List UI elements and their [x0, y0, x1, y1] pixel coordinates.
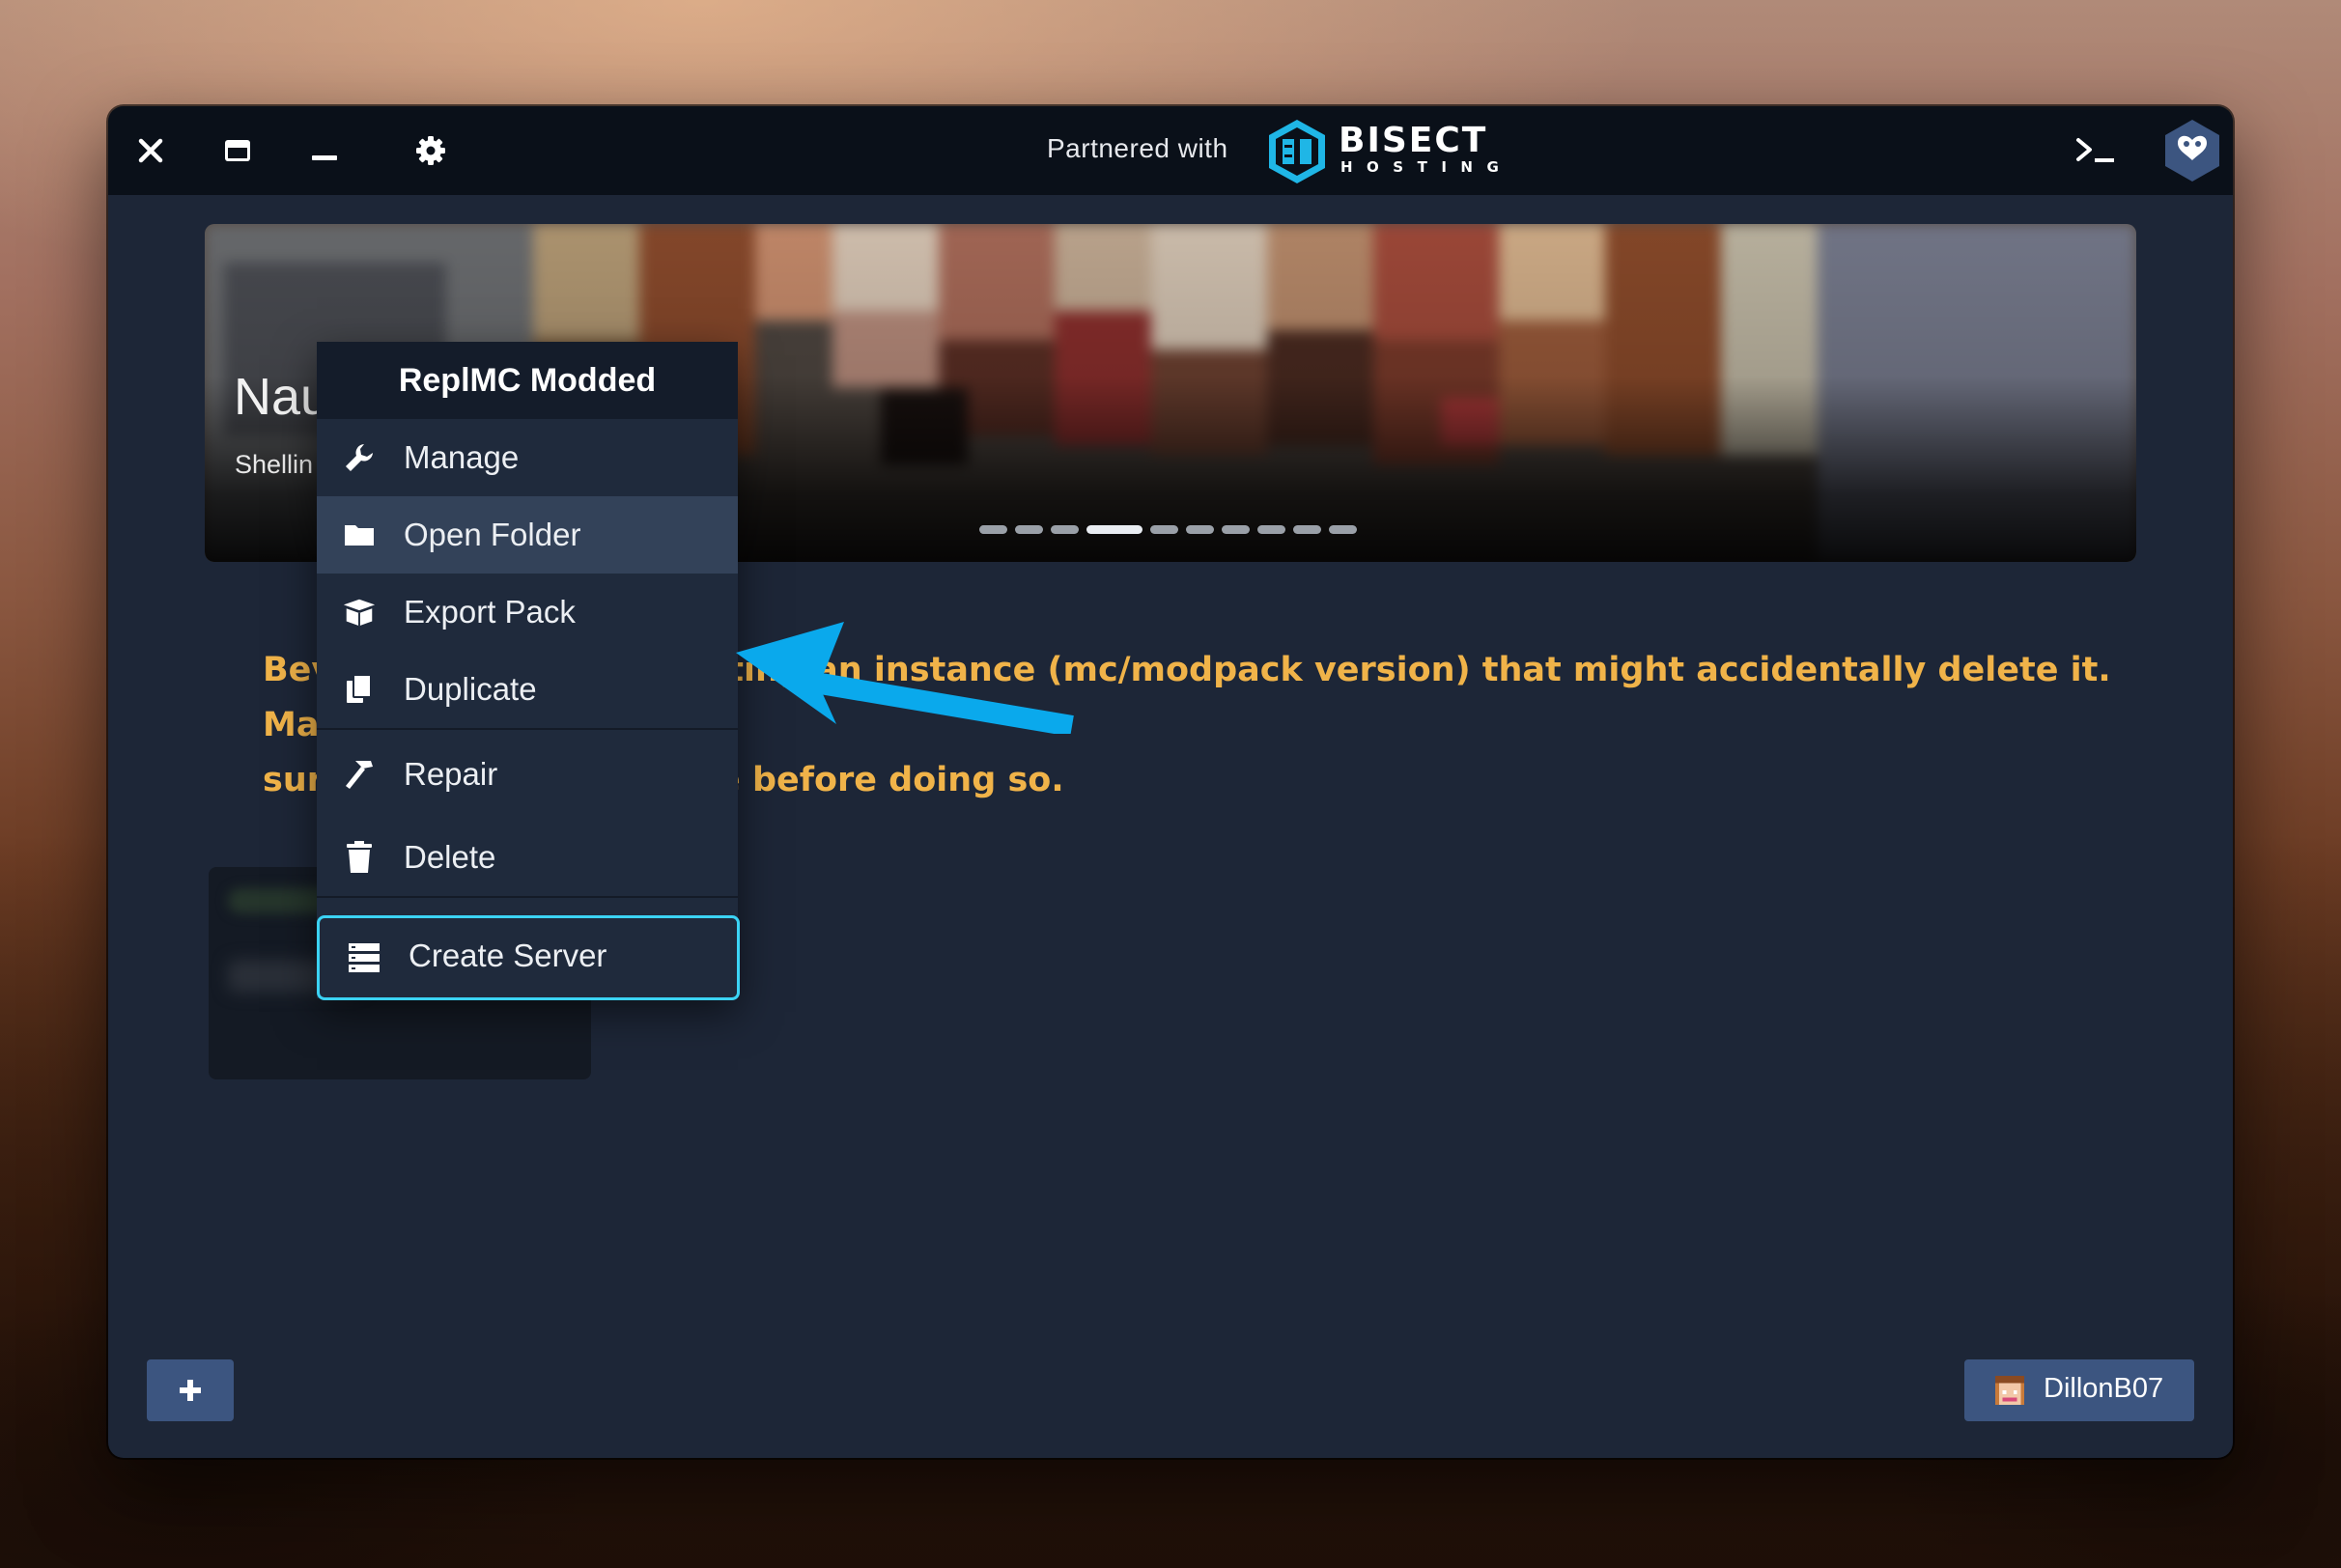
carousel-dot[interactable] — [979, 525, 1007, 534]
warning-line2-right: e before doing so. — [718, 761, 1064, 799]
carousel-dot[interactable] — [1222, 525, 1250, 534]
menu-item-label: Repair — [404, 756, 498, 792]
menu-item-label: Delete — [404, 839, 496, 875]
terminal-icon[interactable] — [2073, 129, 2121, 172]
menu-item-export-pack[interactable]: Export Pack — [317, 574, 738, 651]
partner-label: Partnered with — [1047, 133, 1228, 163]
menu-item-label: Manage — [404, 439, 520, 475]
folder-icon — [342, 518, 377, 552]
box-icon — [342, 595, 377, 630]
user-avatar — [1995, 1376, 2024, 1405]
username-label: DillonB07 — [2044, 1373, 2164, 1404]
menu-item-manage[interactable]: Manage — [317, 419, 738, 496]
banner-subtitle: Shellin — [235, 450, 314, 479]
carousel-dot[interactable] — [1293, 525, 1321, 534]
account-button[interactable]: DillonB07 — [1964, 1359, 2194, 1421]
banner-title: Nau — [234, 368, 330, 426]
instance-context-menu: ReplMC Modded Manage Open Folder Export … — [317, 342, 738, 998]
gear-icon[interactable] — [409, 129, 452, 172]
minimize-icon[interactable] — [303, 129, 346, 172]
carousel-dot[interactable] — [1015, 525, 1043, 534]
menu-item-open-folder[interactable]: Open Folder — [317, 496, 738, 574]
server-icon — [347, 941, 381, 976]
context-menu-title: ReplMC Modded — [317, 342, 738, 419]
plus-icon — [180, 1380, 201, 1401]
app-logo-icon[interactable] — [2158, 116, 2227, 185]
carousel-dot[interactable] — [1051, 525, 1079, 534]
warning-line2-left: sur — [263, 761, 324, 799]
app-window: Partnered with BISECT HOSTING Nau Shelli… — [108, 106, 2233, 1458]
wrench-icon — [342, 440, 377, 475]
carousel-dot[interactable] — [1257, 525, 1285, 534]
bisect-hosting-logo[interactable]: BISECT HOSTING — [1263, 118, 1510, 185]
carousel-dot[interactable] — [1150, 525, 1178, 534]
hammer-icon — [342, 757, 377, 792]
close-icon[interactable] — [129, 129, 172, 172]
bisect-subtext: HOSTING — [1340, 158, 1513, 176]
create-server-label: Create Server — [409, 938, 607, 973]
menu-divider — [317, 896, 738, 898]
trash-icon — [342, 840, 377, 875]
carousel-dot[interactable] — [1329, 525, 1357, 534]
carousel-indicators — [979, 525, 1357, 534]
carousel-dot[interactable] — [1086, 525, 1142, 534]
menu-item-label: Export Pack — [404, 594, 576, 630]
menu-item-delete[interactable]: Delete — [317, 819, 738, 896]
title-bar: Partnered with BISECT HOSTING — [108, 106, 2233, 195]
carousel-dot[interactable] — [1186, 525, 1214, 534]
add-instance-button[interactable] — [147, 1359, 234, 1421]
menu-item-label: Open Folder — [404, 517, 581, 552]
maximize-icon[interactable] — [216, 129, 259, 172]
bisect-wordmark: BISECT — [1339, 121, 1488, 160]
menu-item-duplicate[interactable]: Duplicate — [317, 651, 738, 728]
menu-item-label: Duplicate — [404, 671, 537, 707]
annotation-arrow — [736, 622, 1074, 734]
copy-icon — [342, 672, 377, 707]
create-server-button[interactable]: Create Server — [317, 915, 740, 1000]
menu-item-repair[interactable]: Repair — [317, 730, 738, 819]
